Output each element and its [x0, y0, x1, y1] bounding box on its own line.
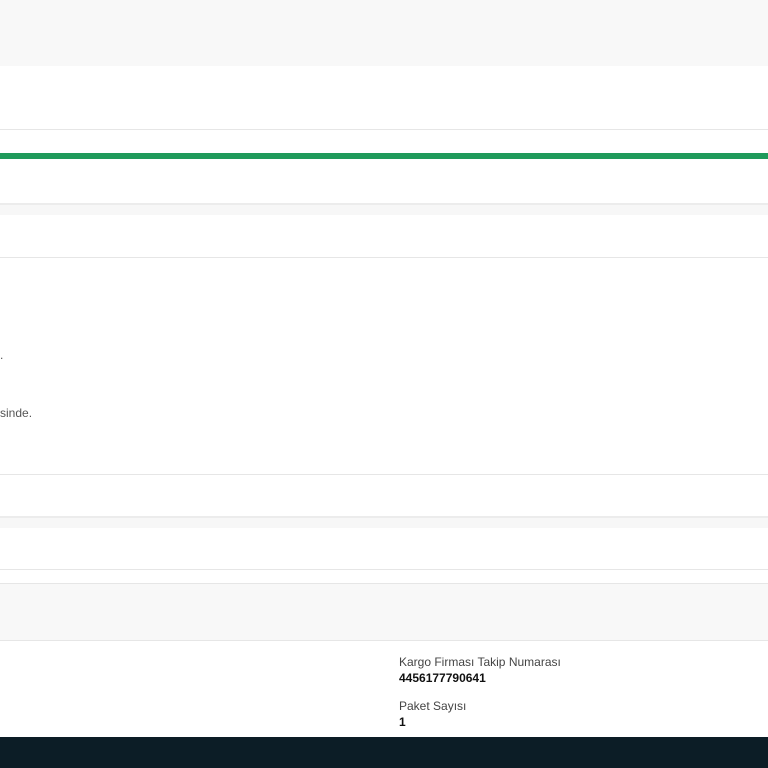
- clipped-text-fragment: .: [0, 348, 4, 362]
- clipped-text-fragment: sinde.: [0, 406, 33, 420]
- section-gap: [0, 205, 768, 215]
- status-band: [0, 159, 768, 205]
- package-count-value: 1: [399, 715, 406, 729]
- order-detail-page: . sinde. Kargo Firması Takip Numarası 44…: [0, 0, 768, 768]
- package-count-label: Paket Sayısı: [399, 699, 467, 713]
- panel-header: [0, 215, 768, 258]
- shipment-panel-header: [0, 528, 768, 570]
- header-band: [0, 66, 768, 130]
- panel-footer: [0, 475, 768, 518]
- section-gap: [0, 518, 768, 528]
- shipment-table-subheader: [0, 612, 768, 641]
- tracking-number-value: 4456177790641: [399, 671, 486, 685]
- panel-body: . sinde.: [0, 258, 768, 475]
- top-bar: [0, 0, 768, 66]
- bottom-bar: [0, 737, 768, 768]
- shipment-details: Kargo Firması Takip Numarası 44561777906…: [0, 641, 768, 736]
- tracking-number-label: Kargo Firması Takip Numarası: [399, 655, 561, 669]
- shipment-table-header: [0, 583, 768, 613]
